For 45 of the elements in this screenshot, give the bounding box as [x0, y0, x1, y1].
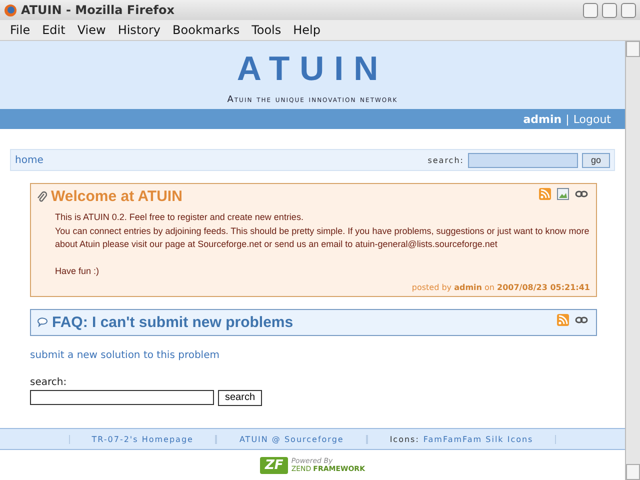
- menu-item[interactable]: Edit: [36, 23, 72, 37]
- entry-paragraph: This is ATUIN 0.2. Feel free to register and create new entries.: [55, 211, 304, 224]
- scrollbar[interactable]: [625, 41, 640, 480]
- site-tagline: Atuin the unique innovation network: [227, 95, 398, 105]
- menu-item[interactable]: Bookmarks: [166, 23, 246, 37]
- footer-link[interactable]: ATUIN @ Sourceforge: [239, 434, 344, 444]
- posted-label: posted by: [412, 282, 452, 292]
- user-name: admin: [523, 112, 562, 126]
- author-name: admin: [454, 282, 482, 292]
- link-icon[interactable]: [575, 188, 588, 200]
- paperclip-icon: [37, 190, 47, 202]
- menu-item[interactable]: File: [4, 23, 36, 37]
- feed-icon[interactable]: [557, 314, 569, 326]
- scroll-down-button[interactable]: [626, 464, 640, 480]
- window-title: ATUIN - Mozilla Firefox: [21, 3, 176, 17]
- maximize-button[interactable]: [602, 2, 617, 18]
- browser-icon: [4, 4, 17, 16]
- entry-title[interactable]: FAQ: I can't submit new problems: [52, 314, 294, 330]
- menu-item[interactable]: History: [112, 23, 167, 37]
- submit-solution-link[interactable]: submit a new solution to this problem: [30, 350, 220, 360]
- posted-label: on: [484, 282, 494, 292]
- search-field[interactable]: [30, 390, 214, 404]
- minimize-button[interactable]: [583, 2, 598, 18]
- menu-item[interactable]: Help: [287, 23, 326, 37]
- entry-paragraph: Have fun :): [55, 265, 100, 278]
- post-date: 2007/08/23 05:21:41: [497, 282, 590, 292]
- home-link[interactable]: home: [15, 154, 424, 166]
- close-button[interactable]: [621, 2, 636, 18]
- image-icon[interactable]: [557, 188, 569, 200]
- footer-link[interactable]: FamFamFam Silk Icons: [423, 434, 534, 444]
- menu-item[interactable]: View: [71, 23, 112, 37]
- separator: |: [566, 112, 570, 126]
- site-logo: ATUIN: [236, 50, 388, 89]
- search-field[interactable]: [468, 152, 578, 168]
- footer-label: Icons:: [390, 434, 420, 444]
- go-button[interactable]: go: [582, 152, 610, 168]
- speech-bubble-icon: [37, 317, 48, 327]
- feed-icon[interactable]: [539, 188, 551, 200]
- entry-paragraph: You can connect entries by adjoining feeds. This should be pretty simple. If you have problems, suggestions or just want to know more about Atuin please visit our page at Sourceforge.net or send us an email to atuin-general@lists.sourceforge.net: [55, 224, 590, 251]
- search-label: search:: [30, 376, 67, 388]
- footer-link[interactable]: TR-07-2's Homepage: [92, 434, 194, 444]
- search-label: search:: [428, 156, 464, 164]
- search-button[interactable]: search: [218, 390, 262, 406]
- scroll-up-button[interactable]: [626, 41, 640, 57]
- menu-item[interactable]: Tools: [246, 23, 288, 37]
